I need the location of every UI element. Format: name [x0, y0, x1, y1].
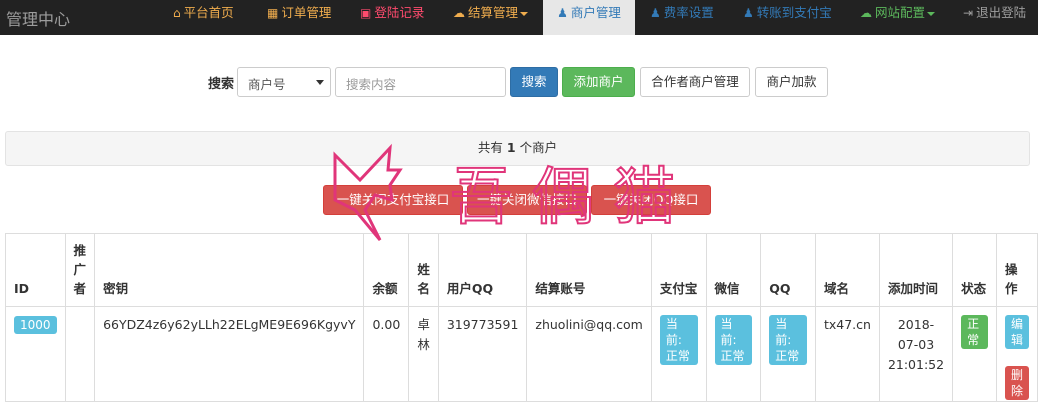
- nav-login-log[interactable]: ▣ 登陆记录: [360, 0, 424, 35]
- user-icon: ♟: [557, 6, 568, 20]
- chevron-down-icon: [927, 11, 936, 16]
- col-qq: 用户QQ: [437, 233, 528, 307]
- merchant-add-funds-button[interactable]: 商户加款: [755, 67, 828, 97]
- col-added: 添加时间: [878, 233, 954, 307]
- cell-actions: 编辑 删除: [995, 306, 1038, 402]
- col-qqpay: QQ: [760, 233, 816, 307]
- search-label: 搜索: [208, 77, 235, 92]
- cell-wechat: 当前:正常: [705, 306, 762, 402]
- search-button[interactable]: 搜索: [510, 67, 558, 97]
- nav-logout-label: 退出登陆: [976, 5, 1027, 20]
- merchant-status-badge[interactable]: 正常: [961, 315, 988, 349]
- search-type-value: 商户号: [248, 77, 286, 92]
- qqpay-status-toggle[interactable]: 当前:正常: [769, 315, 807, 365]
- nav-transfer-alipay[interactable]: ♟ 转账到支付宝: [743, 0, 832, 35]
- top-navbar: 管理中心 ⌂ 平台首页 ▦ 订单管理 ▣ 登陆记录 ☁ 结算管理 ♟ 商户管理 ♟ 费率设置…: [0, 0, 1038, 35]
- chevron-down-icon: [520, 11, 529, 16]
- nav-login-log-label: 登陆记录: [374, 5, 425, 20]
- col-id: ID: [5, 233, 66, 307]
- brand-title[interactable]: 管理中心: [6, 6, 70, 30]
- summary-suffix: 个商户: [519, 140, 558, 155]
- table-header-row: ID 推广者 密钥 余额 姓名 用户QQ 结算账号 支付宝 微信 QQ 域名 添…: [5, 233, 1038, 307]
- table-row: 1000 66YDZ4z6y62yLLh22ELgME9E696KgyvY 0.…: [5, 306, 1038, 402]
- cell-balance: 0.00: [363, 306, 410, 402]
- nav-settlement[interactable]: ☁ 结算管理: [453, 0, 529, 35]
- nav-orders[interactable]: ▦ 订单管理: [267, 0, 331, 35]
- home-icon: ⌂: [173, 6, 181, 20]
- search-type-select[interactable]: 商户号: [237, 67, 331, 97]
- col-key: 密钥: [94, 233, 365, 307]
- col-status: 状态: [952, 233, 997, 307]
- disable-wechat-button[interactable]: 一键关闭微信接口: [467, 185, 587, 215]
- user-icon: ♟: [743, 6, 754, 20]
- nav-orders-label: 订单管理: [281, 5, 332, 20]
- search-input[interactable]: 搜索内容: [335, 67, 506, 97]
- nav-merchants[interactable]: ♟ 商户管理: [543, 0, 635, 35]
- merchant-count: 1: [506, 140, 516, 155]
- nav-site-config[interactable]: ☁ 网站配置: [860, 0, 936, 35]
- col-promoter: 推广者: [64, 233, 96, 307]
- merchant-id-link[interactable]: 1000: [14, 316, 57, 334]
- cell-key: 66YDZ4z6y62yLLh22ELgME9E696KgyvY: [94, 306, 365, 402]
- nav-merchants-label: 商户管理: [570, 5, 621, 20]
- merchant-table: ID 推广者 密钥 余额 姓名 用户QQ 结算账号 支付宝 微信 QQ 域名 添…: [5, 233, 1038, 402]
- col-balance: 余额: [363, 233, 410, 307]
- partner-merchant-button[interactable]: 合作者商户管理: [640, 67, 750, 97]
- col-wechat: 微信: [705, 233, 762, 307]
- cell-domain: tx47.cn: [814, 306, 880, 402]
- cell-alipay: 当前:正常: [650, 306, 707, 402]
- disable-alipay-button[interactable]: 一键关闭支付宝接口: [323, 185, 463, 215]
- summary-prefix: 共有: [477, 140, 503, 155]
- col-settle: 结算账号: [526, 233, 652, 307]
- cloud-icon: ☁: [860, 6, 872, 20]
- nav-transfer-alipay-label: 转账到支付宝: [756, 5, 832, 20]
- merchant-count-summary: 共有 1 个商户: [5, 131, 1030, 166]
- disable-qq-button[interactable]: 一键关闭QQ接口: [591, 185, 711, 215]
- nav-site-config-label: 网站配置: [875, 5, 926, 20]
- nav-rates-label: 费率设置: [663, 5, 714, 20]
- logout-icon: ⇥: [963, 6, 974, 20]
- nav-home-label: 平台首页: [183, 5, 234, 20]
- wechat-status-toggle[interactable]: 当前:正常: [714, 315, 753, 365]
- camera-icon: ▣: [360, 6, 372, 20]
- col-name: 姓名: [408, 233, 439, 307]
- nav-logout[interactable]: ⇥ 退出登陆: [963, 0, 1026, 35]
- cell-status: 正常: [952, 306, 997, 402]
- user-icon: ♟: [650, 6, 661, 20]
- cell-qqpay: 当前:正常: [760, 306, 816, 402]
- cell-name: 卓林: [408, 306, 439, 402]
- col-alipay: 支付宝: [650, 233, 707, 307]
- cell-settle: zhuolini@qq.com: [526, 306, 652, 402]
- nav-home[interactable]: ⌂ 平台首页: [173, 0, 234, 35]
- cell-qq: 319773591: [437, 306, 528, 402]
- nav-settlement-label: 结算管理: [468, 5, 519, 20]
- col-domain: 域名: [814, 233, 880, 307]
- delete-button[interactable]: 删除: [1004, 366, 1029, 400]
- cell-promoter: [64, 306, 96, 402]
- nav-rates[interactable]: ♟ 费率设置: [650, 0, 714, 35]
- add-merchant-button[interactable]: 添加商户: [562, 67, 635, 97]
- cart-icon: ▦: [267, 6, 279, 20]
- edit-button[interactable]: 编辑: [1004, 315, 1029, 349]
- cell-added: 2018-07-03 21:01:52: [878, 306, 954, 402]
- alipay-status-toggle[interactable]: 当前:正常: [659, 315, 698, 365]
- search-placeholder: 搜索内容: [346, 77, 397, 92]
- cell-id: 1000: [5, 306, 66, 402]
- chevron-down-icon: [316, 80, 324, 85]
- cloud-icon: ☁: [453, 6, 465, 20]
- col-actions: 操作: [995, 233, 1038, 307]
